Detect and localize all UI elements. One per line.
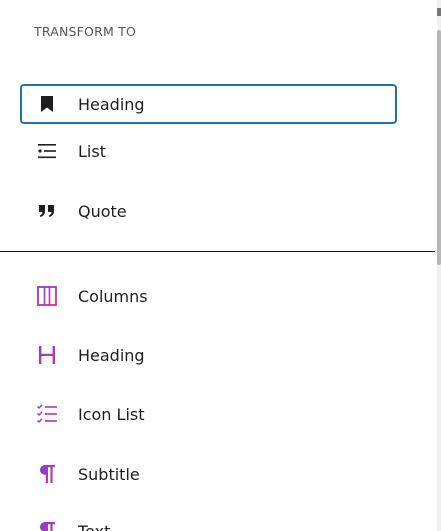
transform-to-heading-label: Heading [78, 94, 145, 114]
block-icon-list-label: Icon List [78, 404, 145, 424]
transform-menu-panel: TRANSFORM TO Heading List Quote Columns … [0, 0, 441, 531]
block-heading-label: Heading [78, 345, 145, 365]
block-heading-item[interactable]: Heading [20, 335, 397, 375]
transform-to-list-label: List [78, 141, 106, 161]
transform-to-list-item[interactable]: List [20, 131, 397, 171]
section-label-transform-to: TRANSFORM TO [34, 24, 136, 39]
transform-to-quote-label: Quote [78, 201, 127, 221]
bookmark-icon [35, 92, 59, 116]
block-columns-label: Columns [78, 286, 148, 306]
transform-to-heading-item[interactable]: Heading [20, 84, 397, 124]
transform-to-quote-item[interactable]: Quote [20, 191, 397, 231]
scrollbar-thumb[interactable] [437, 30, 441, 265]
block-columns-item[interactable]: Columns [20, 276, 397, 316]
paragraph-icon [35, 462, 59, 486]
scroll-up-arrow[interactable] [437, 8, 441, 16]
heading-icon [35, 343, 59, 367]
list-icon [35, 139, 59, 163]
columns-icon [35, 284, 59, 308]
quote-icon [35, 199, 59, 223]
block-subtitle-label: Subtitle [78, 464, 140, 484]
block-text-label: Text [78, 521, 111, 531]
icon-list-icon [35, 402, 59, 426]
block-text-item[interactable]: Text [20, 511, 397, 531]
block-icon-list-item[interactable]: Icon List [20, 394, 397, 434]
paragraph-icon [35, 519, 59, 531]
section-divider [0, 251, 435, 252]
block-subtitle-item[interactable]: Subtitle [20, 454, 397, 494]
